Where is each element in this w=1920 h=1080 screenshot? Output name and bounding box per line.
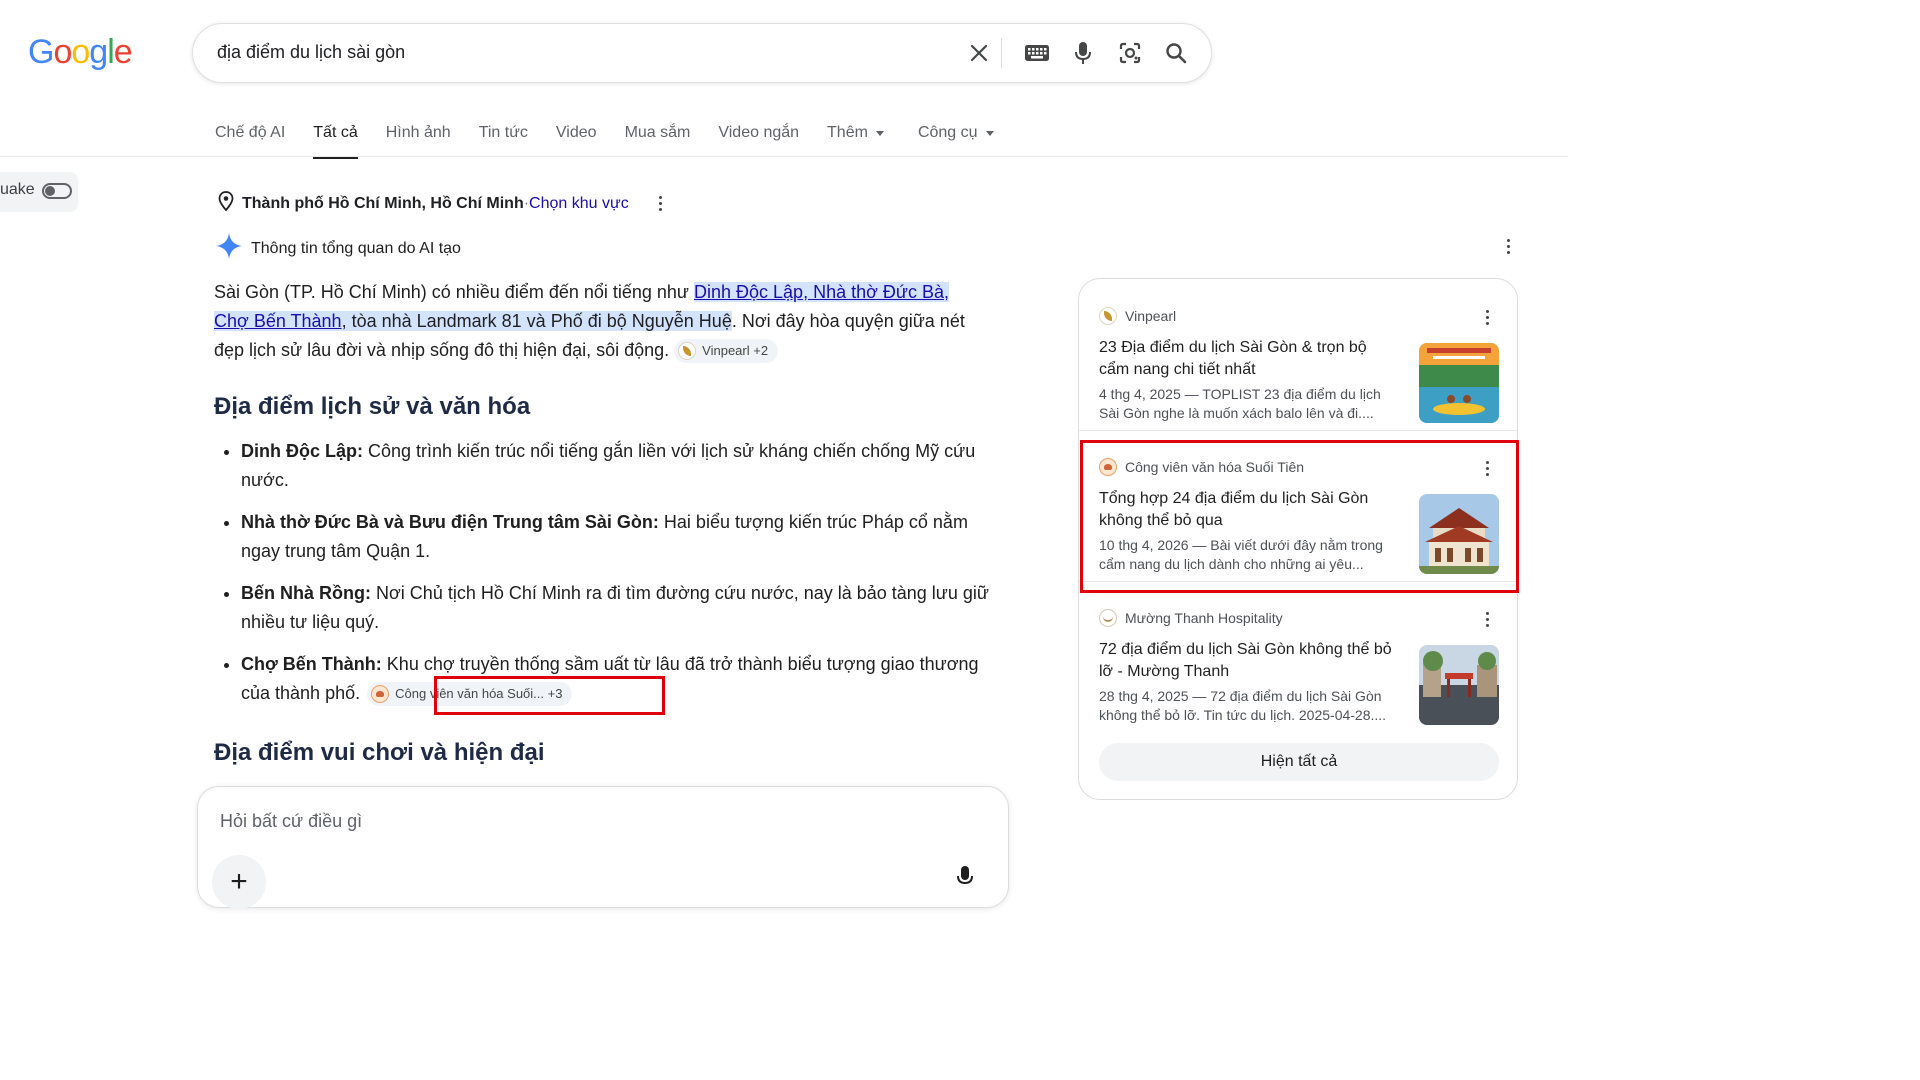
list-item-heading: Chợ Bến Thành: xyxy=(241,654,382,674)
list-item: Nhà thờ Đức Bà và Bưu điện Trung tâm Sài… xyxy=(241,508,991,566)
show-all-button[interactable]: Hiện tất cả xyxy=(1099,743,1499,781)
tab-images[interactable]: Hình ảnh xyxy=(386,118,451,158)
logo-letter: o xyxy=(71,33,90,71)
location-bar: Thành phố Hồ Chí Minh, Hồ Chí Minh · Chọ… xyxy=(218,191,671,216)
highlighted-text: , tòa nhà Landmark 81 và Phố đi bộ Nguyễ… xyxy=(341,311,732,331)
lens-icon[interactable] xyxy=(1118,41,1142,65)
ai-overview-header: Thông tin tổng quan do AI tạo xyxy=(215,232,461,265)
tab-label: Công cụ xyxy=(917,124,978,141)
chip-label: Vinpearl +2 xyxy=(702,343,769,359)
source-chip-vinpearl[interactable]: Vinpearl +2 xyxy=(674,339,779,364)
link-separator: , xyxy=(943,282,949,302)
tab-short-videos[interactable]: Video ngắn xyxy=(718,118,799,158)
card-source: Vinpearl xyxy=(1099,307,1176,325)
caret-down-icon xyxy=(875,130,884,136)
toggle-switch[interactable] xyxy=(42,183,72,199)
muong-thanh-favicon-icon xyxy=(1099,609,1117,627)
tab-label: Mua sắm xyxy=(624,124,691,141)
link-nha-tho-duc-ba[interactable]: Nhà thờ Đức Bà xyxy=(813,282,944,302)
keyboard-icon[interactable] xyxy=(1023,41,1051,65)
search-icon[interactable] xyxy=(1164,41,1188,65)
intro-text: Sài Gòn (TP. Hồ Chí Minh) có nhiều điểm … xyxy=(214,282,694,302)
tab-tools[interactable]: Công cụ xyxy=(918,118,994,158)
card-more-icon[interactable] xyxy=(1477,307,1497,327)
annotation-highlight-box xyxy=(1080,440,1519,593)
ai-sparkle-icon xyxy=(215,232,243,265)
tab-label: Thêm xyxy=(827,124,868,141)
caret-down-icon xyxy=(985,130,994,136)
tab-news[interactable]: Tin tức xyxy=(479,118,528,158)
annotation-highlight-box xyxy=(434,676,665,715)
tabs-divider xyxy=(0,156,1568,157)
toggle-knob xyxy=(45,186,55,196)
search-input[interactable]: địa điểm du lịch sài gòn xyxy=(217,42,405,63)
search-divider xyxy=(1001,38,1002,68)
card-more-icon[interactable] xyxy=(1477,609,1497,629)
tab-label: Video ngắn xyxy=(718,124,800,141)
ai-overview-intro: Sài Gòn (TP. Hồ Chí Minh) có nhiều điểm … xyxy=(214,278,974,365)
logo-letter: o xyxy=(53,33,72,71)
toggle-label: uake xyxy=(0,181,35,198)
search-tabs: Chế độ AI Tất cả Hình ảnh Tin tức Video … xyxy=(215,118,994,159)
tab-more[interactable]: Thêm xyxy=(827,118,884,158)
source-card-muong-thanh[interactable]: Mường Thanh Hospitality 72 địa điểm du l… xyxy=(1079,581,1517,731)
ai-overview-title: Thông tin tổng quan do AI tạo xyxy=(251,239,461,257)
section-title-entertainment: Địa điểm vui chơi và hiện đại xyxy=(214,739,545,766)
vinpearl-favicon-icon xyxy=(1099,307,1117,325)
clear-icon[interactable] xyxy=(967,41,991,65)
logo-letter: e xyxy=(113,33,133,71)
logo-letter: G xyxy=(28,33,54,71)
vinpearl-favicon-icon xyxy=(678,342,697,361)
card-title[interactable]: 72 địa điểm du lịch Sài Gòn không thể bỏ… xyxy=(1099,639,1399,683)
list-item-heading: Dinh Độc Lập: xyxy=(241,441,363,461)
card-snippet: 28 thg 4, 2025 — 72 địa điểm du lịch Sài… xyxy=(1099,688,1387,723)
link-cho-ben-thanh[interactable]: Chợ Bến Thành xyxy=(214,311,342,331)
suoi-tien-favicon-icon xyxy=(371,685,390,704)
location-more-icon[interactable] xyxy=(651,194,671,214)
card-source-name: Mường Thanh Hospitality xyxy=(1125,610,1283,626)
tab-videos[interactable]: Video xyxy=(556,118,597,158)
logo-letter: g xyxy=(89,33,108,71)
list-item: Bến Nhà Rồng: Nơi Chủ tịch Hồ Chí Minh r… xyxy=(241,579,991,637)
section-title-history: Địa điểm lịch sử và văn hóa xyxy=(214,393,531,420)
card-thumbnail[interactable] xyxy=(1419,645,1499,725)
ask-anything-box[interactable]: Hỏi bất cứ điều gì + xyxy=(197,786,1009,909)
tab-ai-mode[interactable]: Chế độ AI xyxy=(215,118,285,158)
list-item: Dinh Độc Lập: Công trình kiến trúc nổi t… xyxy=(241,437,991,495)
card-title[interactable]: 23 Địa điểm du lịch Sài Gòn & trọn bộ cẩ… xyxy=(1099,337,1399,381)
ai-overview-more-icon[interactable] xyxy=(1498,236,1518,256)
source-card-vinpearl[interactable]: Vinpearl 23 Địa điểm du lịch Sài Gòn & t… xyxy=(1079,279,1517,429)
ask-input[interactable]: Hỏi bất cứ điều gì xyxy=(220,811,362,832)
link-separator: , xyxy=(803,282,814,302)
card-snippet: 4 thg 4, 2025 — TOPLIST 23 địa điểm du l… xyxy=(1099,386,1381,421)
tab-label: Video xyxy=(555,124,597,141)
card-source-name: Vinpearl xyxy=(1125,308,1177,324)
tab-all[interactable]: Tất cả xyxy=(313,118,359,159)
tab-label: Hình ảnh xyxy=(385,124,451,141)
list-item-heading: Bến Nhà Rồng: xyxy=(241,583,371,603)
microphone-icon[interactable] xyxy=(1071,41,1095,65)
location-pin-icon xyxy=(218,191,234,216)
tab-shopping[interactable]: Mua sắm xyxy=(625,118,691,158)
tab-label: Tin tức xyxy=(478,124,528,141)
location-name: Thành phố Hồ Chí Minh, Hồ Chí Minh xyxy=(242,194,524,212)
google-logo[interactable]: Google xyxy=(28,30,133,74)
choose-region-link[interactable]: Chọn khu vực xyxy=(529,195,629,213)
search-box[interactable]: địa điểm du lịch sài gòn xyxy=(192,23,1212,83)
card-source: Mường Thanh Hospitality xyxy=(1099,609,1283,627)
ask-microphone-icon[interactable] xyxy=(956,865,974,894)
tab-label: Chế độ AI xyxy=(215,124,286,141)
tab-label: Tất cả xyxy=(313,124,358,141)
add-button[interactable]: + xyxy=(212,855,266,909)
card-thumbnail[interactable] xyxy=(1419,343,1499,423)
link-dinh-doc-lap[interactable]: Dinh Độc Lập xyxy=(694,282,803,302)
list-item-heading: Nhà thờ Đức Bà và Bưu điện Trung tâm Sài… xyxy=(241,512,659,532)
